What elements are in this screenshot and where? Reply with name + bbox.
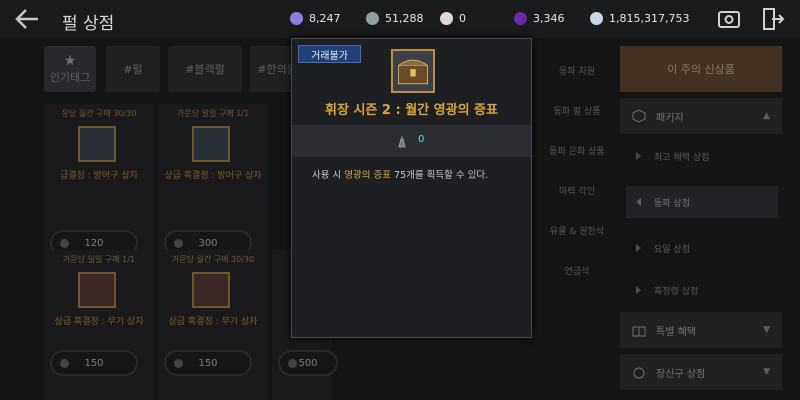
tab-black-pearl[interactable]: #블랙펄 [168, 46, 242, 92]
section-package[interactable]: 패키지 ▲ [620, 98, 782, 134]
item-description: 사용 시 영광의 증표 75개를 획득할 수 있다. [312, 170, 489, 181]
currency-purple-pearl: 8,247 [290, 9, 341, 27]
right-panel: 이 주의 신상품 패키지 ▲ 최고 혜택 상점 동파 상점 요일 상점 흑정령 … [620, 46, 782, 400]
weight-icon [398, 136, 406, 148]
triangle-icon [636, 152, 641, 160]
gift-icon [632, 326, 646, 337]
screenshot-icon[interactable] [716, 6, 742, 32]
category-nav: 동파 지원 동파 펄 상품 동파 은화 상품 마력 각인 유물 & 원한석 연금… [540, 52, 614, 292]
treasure-chest-icon [391, 49, 435, 93]
tag-tabs: ★ 인기태그 #펄 #블랙펄 #한의원 [44, 46, 304, 92]
star-icon: ★ [63, 53, 77, 69]
nav-item[interactable]: 동파 펄 상품 [540, 92, 614, 132]
ring-icon [633, 367, 645, 379]
tab-popular[interactable]: ★ 인기태그 [44, 46, 96, 92]
top-bar: 펄 상점 8,247 51,288 0 3,346 1,815,317,753 [0, 0, 800, 38]
package-icon [632, 109, 646, 123]
chevron-down-icon: ▼ [763, 325, 770, 335]
nav-item[interactable]: 연금석 [540, 252, 614, 292]
sub-item[interactable]: 요일 상점 [626, 232, 778, 264]
item-tooltip-popup: 거래불가 휘장 시즌 2 : 월간 영광의 증표 0 사용 시 영광의 증표 7… [291, 38, 532, 338]
new-products-button[interactable]: 이 주의 신상품 [620, 46, 782, 92]
weapon-box-icon [78, 272, 116, 308]
dark-purple-gem-icon [514, 11, 527, 25]
purple-pearl-icon [290, 11, 303, 25]
page-title: 펄 상점 [62, 14, 115, 34]
price-button[interactable]: 500 [278, 350, 338, 376]
triangle-icon [636, 244, 641, 252]
price-button[interactable]: 150 [164, 350, 252, 376]
armor-box-icon [78, 126, 116, 162]
owned-count: 0 [418, 134, 425, 145]
sub-item[interactable]: 흑정령 상점 [626, 274, 778, 306]
armor-box-icon [192, 126, 230, 162]
weapon-box-icon [192, 272, 230, 308]
shop-item[interactable]: 가문당 일일 구매 1/1 상급 흑결정 : 무기 상자 150 [44, 250, 154, 400]
currency-white-pearl: 0 [440, 9, 466, 27]
highlight-text: 영광의 증표 [344, 170, 391, 181]
untradeable-badge: 거래불가 [298, 45, 361, 63]
nav-item[interactable]: 동파 지원 [540, 52, 614, 92]
silver-coin-icon [366, 11, 379, 25]
owned-count-row: 0 [292, 125, 531, 157]
shop-item[interactable]: 가문당 월간 구매 30/30 상급 흑결정 : 무기 상자 150 [158, 250, 268, 400]
white-pearl-icon [440, 11, 453, 25]
tab-pearl[interactable]: #펄 [106, 46, 160, 92]
triangle-icon [636, 286, 641, 294]
currency-silver-coin: 51,288 [366, 9, 424, 27]
sub-item[interactable]: 최고 혜택 상점 [626, 140, 778, 172]
section-special[interactable]: 특별 혜택 ▼ [620, 312, 782, 348]
triangle-icon [636, 198, 641, 206]
currency-silver: 1,815,317,753 [590, 9, 689, 27]
chevron-down-icon: ▼ [763, 367, 770, 377]
shop-item[interactable]: 가문당 일일 구매 1/1 상급 흑결정 : 방어구 상자 300 [158, 104, 268, 256]
nav-item[interactable]: 유물 & 원한석 [540, 212, 614, 252]
item-title: 휘장 시즌 2 : 월간 영광의 증표 [325, 103, 498, 118]
exit-icon[interactable] [760, 6, 786, 32]
shop-item[interactable]: 운당 월간 구매 30/30 급결정 : 방어구 상자 120 [44, 104, 154, 256]
nav-item[interactable]: 마력 각인 [540, 172, 614, 212]
price-button[interactable]: 150 [50, 350, 138, 376]
sub-item[interactable]: 동파 상점 [626, 186, 778, 218]
back-arrow-icon[interactable] [12, 6, 42, 32]
chevron-up-icon: ▲ [763, 111, 770, 121]
nav-item[interactable]: 동파 은화 상품 [540, 132, 614, 172]
currency-dark-gem: 3,346 [514, 9, 565, 27]
silver-icon [590, 11, 603, 25]
section-accessory[interactable]: 장신구 상점 ▼ [620, 354, 782, 390]
